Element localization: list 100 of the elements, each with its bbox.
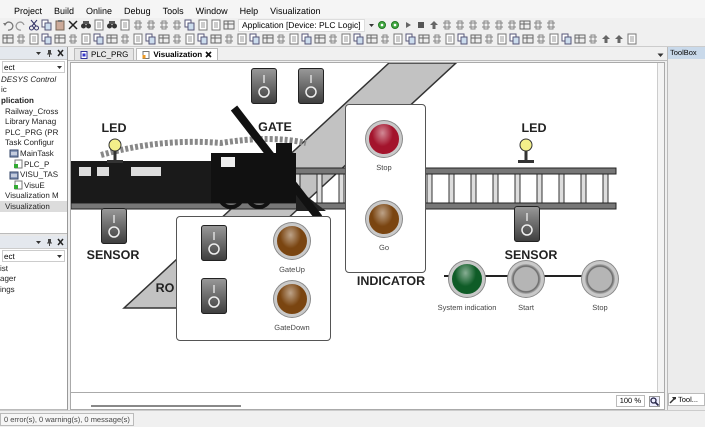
undo-icon[interactable] [2,19,14,31]
delete-icon[interactable] [67,19,79,31]
tree-item[interactable]: Visualization M [0,190,67,202]
caret-icon[interactable] [35,49,42,57]
layout-icon[interactable] [418,33,430,45]
page-icon[interactable] [288,33,300,45]
signal-lamp-icon [518,138,534,163]
page-icon[interactable] [340,33,352,45]
vertical-scrollbar[interactable] [657,63,664,392]
rocker-switch[interactable] [298,68,324,104]
paste-icon[interactable] [54,19,66,31]
page-icon[interactable] [119,19,131,31]
caret-icon[interactable] [657,52,664,58]
tree-item[interactable]: Task Configur [0,138,67,148]
list-item[interactable]: ager [0,274,67,284]
menu-item[interactable]: Project [8,6,48,16]
tree-item[interactable]: VisuE [0,180,67,191]
caret-icon [56,63,64,71]
application-selector[interactable]: Application [Device: PLC Logic] [238,18,365,32]
menu-item[interactable]: Online [80,6,118,16]
page-icon[interactable] [132,33,144,45]
tree-item[interactable]: PLC_PRG (PR [0,126,67,138]
layout-icon[interactable] [470,33,482,45]
page-icon[interactable] [184,33,196,45]
close-icon[interactable] [205,51,212,58]
view-selector[interactable]: ect [2,61,65,73]
rocker-switch[interactable] [101,208,127,244]
grid-icon[interactable] [223,19,235,31]
task-icon [9,170,19,180]
page-icon[interactable] [626,33,638,45]
layout-icon[interactable] [574,33,586,45]
menu-item[interactable]: Debug [118,6,157,16]
layout-icon[interactable] [158,33,170,45]
canvas-label: GATE [258,120,292,134]
menu-item[interactable]: Window [190,6,234,16]
tree-item[interactable]: DESYS Control [0,74,67,85]
signal-lamp-icon [107,138,123,163]
editor-tab[interactable]: PLC_PRG [74,48,134,60]
page-icon[interactable] [210,19,222,31]
layout-icon[interactable] [2,33,14,45]
up-arrow-icon[interactable] [600,33,612,45]
page-icon[interactable] [93,19,105,31]
zoom-icon[interactable] [649,396,660,406]
editor-tab[interactable]: Visualization [136,48,218,60]
task-icon [9,148,19,158]
layout-icon[interactable] [314,33,326,45]
tree-item[interactable]: Railway_Cross [0,106,67,116]
tree-item[interactable]: MainTask [0,148,67,159]
list-item[interactable]: ist [0,263,67,274]
canvas-label: LED [522,121,546,135]
binoculars-icon[interactable] [80,19,92,31]
copy-icon[interactable] [41,19,53,31]
rocker-switch[interactable] [251,68,277,104]
close-icon[interactable] [57,49,64,57]
program-icon [13,159,23,170]
menu-item[interactable]: Build [48,6,80,16]
view-selector[interactable]: ect [2,250,65,262]
rocker-switch[interactable] [201,278,227,314]
menu-item[interactable]: Help [234,6,264,16]
rocker-switch[interactable] [514,206,540,242]
pin-icon[interactable] [46,49,53,57]
tree-item[interactable]: Library Manag [0,116,67,127]
layout-icon[interactable] [106,33,118,45]
menu-item[interactable]: Tools [156,6,190,16]
visualization-icon [142,50,150,58]
layout-icon[interactable] [210,33,222,45]
layout-icon[interactable] [262,33,274,45]
cut-icon[interactable] [28,19,40,31]
canvas-label: INDICATOR [356,274,426,288]
program-icon [13,180,23,190]
canvas-label: SENSOR [86,248,140,262]
tree-item[interactable]: plication [0,95,67,106]
push-button[interactable] [582,261,618,297]
tree-item[interactable]: PLC_P [0,158,67,170]
tree-item[interactable]: VISU_TAS [0,169,67,180]
page-icon[interactable] [197,19,209,31]
horizontal-scrollbar[interactable] [91,405,241,407]
page-icon[interactable] [236,33,248,45]
caret-icon[interactable] [35,238,42,246]
page-icon[interactable] [28,33,40,45]
tree-item[interactable]: ic [0,84,67,96]
pin-icon[interactable] [46,238,53,246]
push-button[interactable] [508,261,544,297]
page-icon[interactable] [548,33,560,45]
page-icon[interactable] [496,33,508,45]
close-icon[interactable] [57,238,64,246]
layout-icon[interactable] [522,33,534,45]
rocker-switch[interactable] [201,225,227,261]
menu-item[interactable]: Visualization [264,6,326,16]
layout-icon[interactable] [366,33,378,45]
tree-item[interactable]: Visualization [0,201,67,212]
hammer-icon [669,396,677,404]
binoculars-icon[interactable] [106,19,118,31]
page-icon[interactable] [392,33,404,45]
caret-icon [56,252,64,260]
layout-icon[interactable] [54,33,66,45]
page-icon[interactable] [80,33,92,45]
page-icon[interactable] [444,33,456,45]
canvas-label: RO [156,281,174,295]
list-item[interactable]: ings [0,284,67,295]
